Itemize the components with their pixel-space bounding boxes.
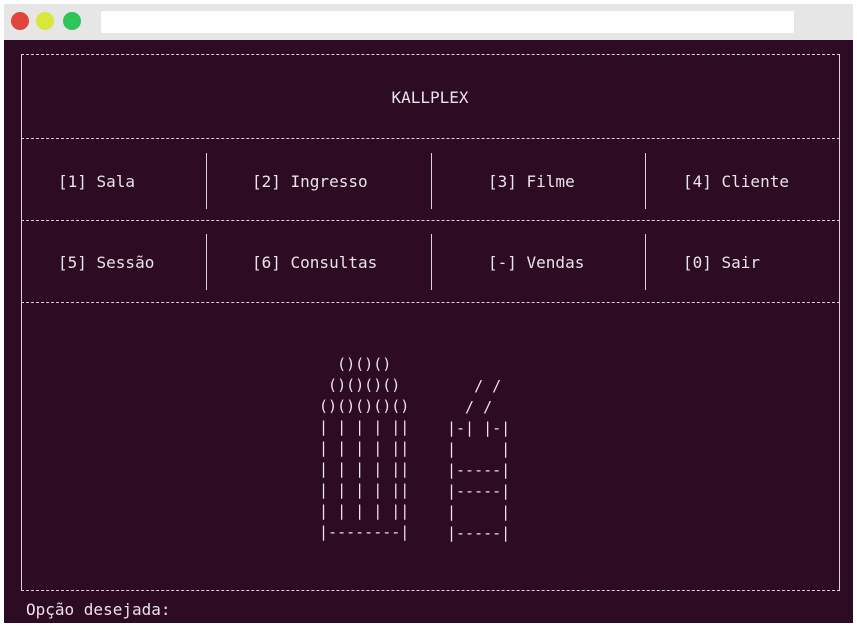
popcorn-ascii-art: ()()() ()()()() ()()()()() | | | | || | … (319, 355, 410, 541)
menu-item-sala[interactable]: [1] Sala (58, 172, 135, 192)
menu-item-consultas[interactable]: [6] Consultas (252, 253, 377, 273)
menu-item-sair[interactable]: [0] Sair (683, 253, 760, 273)
menu-separator (206, 234, 207, 290)
border-left (21, 54, 22, 591)
menu-item-vendas[interactable]: [-] Vendas (488, 253, 584, 273)
minimize-window-button[interactable] (36, 12, 54, 30)
app-title: KALLPLEX (391, 88, 469, 107)
menu-separator (645, 234, 646, 290)
menu-separator (645, 153, 646, 209)
menu-separator (206, 153, 207, 209)
menu-item-filme[interactable]: [3] Filme (488, 172, 575, 192)
menu-separator (431, 153, 432, 209)
close-window-button[interactable] (11, 12, 29, 30)
menu-item-ingresso[interactable]: [2] Ingresso (252, 172, 368, 192)
terminal-screen: KALLPLEX [1] Sala [2] Ingresso [3] Filme… (4, 40, 853, 623)
divider-after-row2 (21, 302, 840, 303)
window-titlebar (4, 4, 853, 40)
menu-separator (431, 234, 432, 290)
menu-item-cliente[interactable]: [4] Cliente (683, 172, 789, 192)
drink-cup-ascii-art: / / / / |-| |-| | | |-----| |-----| | | … (447, 377, 511, 542)
divider-after-row1 (21, 220, 840, 221)
address-bar[interactable] (101, 11, 794, 33)
divider-after-title (21, 138, 840, 139)
menu-item-sessao[interactable]: [5] Sessão (58, 253, 154, 273)
border-top (21, 54, 840, 55)
border-right (839, 54, 840, 591)
option-prompt[interactable]: Opção desejada: (26, 600, 171, 620)
maximize-window-button[interactable] (63, 12, 81, 30)
terminal-window: KALLPLEX [1] Sala [2] Ingresso [3] Filme… (4, 4, 853, 623)
divider-bottom (21, 590, 840, 591)
